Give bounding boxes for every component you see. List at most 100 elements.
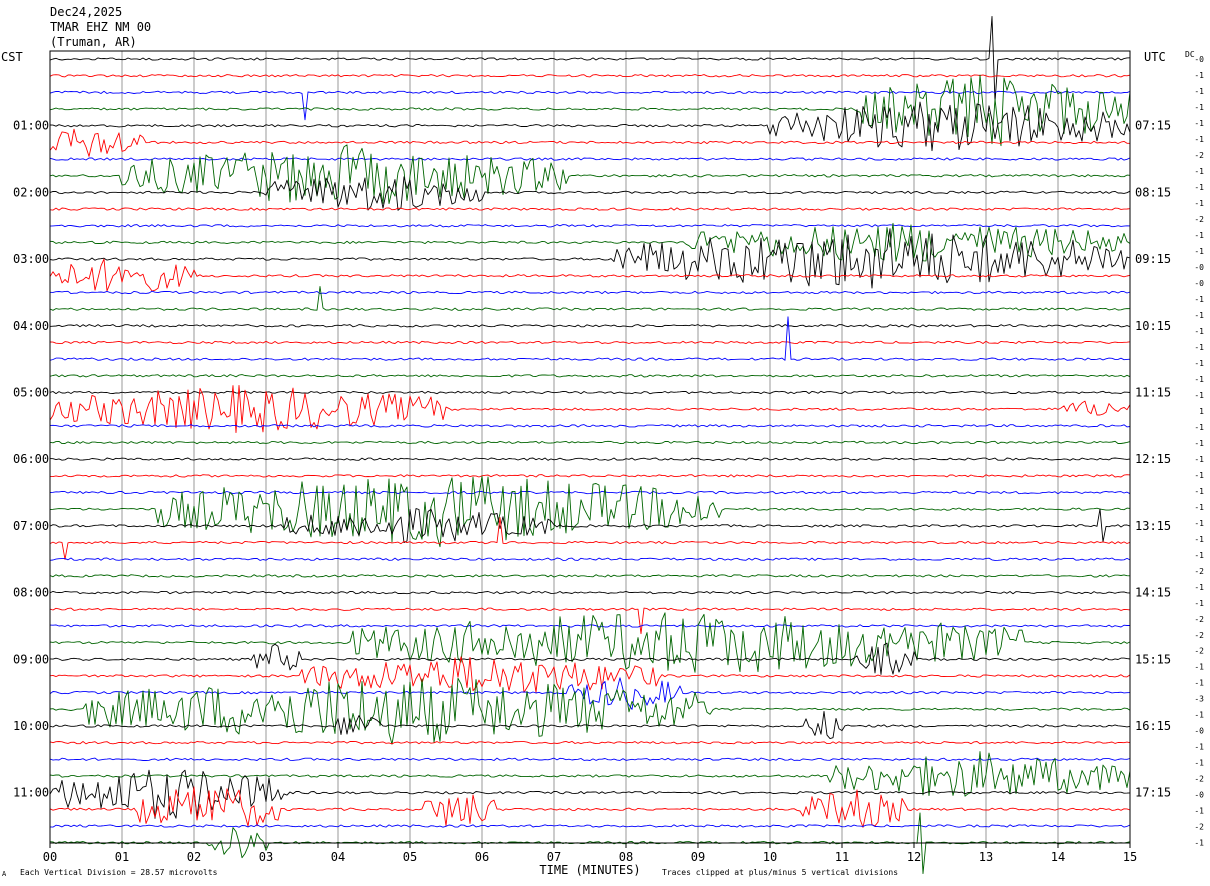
- seismic-trace: [49, 74, 1131, 78]
- seismic-trace: [49, 176, 1131, 211]
- seismic-trace: [49, 517, 1131, 560]
- seismic-trace: [49, 316, 1131, 361]
- dc-offset-value: -1: [1194, 455, 1204, 464]
- seismic-trace: [49, 656, 1131, 693]
- seismic-trace: [49, 90, 1131, 121]
- seismic-trace: [49, 290, 1131, 295]
- left-hour-label: 07:00: [13, 519, 49, 533]
- dc-offset-value: -1: [1194, 231, 1204, 240]
- seismic-trace: [49, 757, 1131, 761]
- dc-offset-value: -3: [1194, 695, 1204, 704]
- dc-offset-value: -1: [1194, 135, 1204, 144]
- x-tick-label: 15: [1123, 850, 1137, 864]
- left-hour-label: 03:00: [13, 252, 49, 266]
- left-hour-label: 08:00: [13, 586, 49, 600]
- right-timezone: UTC: [1144, 50, 1166, 64]
- helicorder-plot: 00 01 02 03 04 05 06 07 08 09 10 11 12 13 14 15 01:00 02…: [1, 5, 1204, 878]
- dc-offset-value: -0: [1194, 791, 1204, 800]
- dc-offset-value: -1: [1194, 199, 1204, 208]
- dc-offset-value: -1: [1194, 391, 1204, 400]
- left-hour-label: 04:00: [13, 319, 49, 333]
- dc-offset-value: -1: [1194, 471, 1204, 480]
- x-tick-label: 07: [547, 850, 561, 864]
- dc-offset-value: -2: [1194, 215, 1204, 224]
- x-tick-label: 05: [403, 850, 417, 864]
- dc-offset-value: -2: [1194, 567, 1204, 576]
- x-tick-label: 06: [475, 850, 489, 864]
- seismic-trace: [49, 751, 1131, 797]
- x-tick-label: 08: [619, 850, 633, 864]
- dc-offset-value: -1: [1194, 711, 1204, 720]
- seismic-trace: [49, 222, 1131, 262]
- clip-note: Traces clipped at plus/minus 5 vertical …: [662, 868, 898, 877]
- dc-offset-value: -1: [1194, 423, 1204, 432]
- right-hour-label: 16:15: [1135, 719, 1171, 733]
- x-axis-label: TIME (MINUTES): [539, 863, 640, 877]
- dc-offset-value: -1: [1194, 759, 1204, 768]
- header-location: (Truman, AR): [50, 35, 137, 49]
- plot-frame: [49, 50, 1131, 844]
- x-ticks: 00 01 02 03 04 05 06 07 08 09 10 11 12 13 14 15: [43, 843, 1137, 864]
- right-hour-label: 14:15: [1135, 586, 1171, 600]
- left-hour-label: 09:00: [13, 652, 49, 666]
- seismic-trace: [49, 607, 1131, 635]
- dc-offset-value: -1: [1194, 743, 1204, 752]
- header-date: Dec24,2025: [50, 5, 122, 19]
- header-station: TMAR EHZ NM 00: [50, 20, 151, 34]
- right-hour-label: 15:15: [1135, 652, 1171, 666]
- x-tick-label: 01: [115, 850, 129, 864]
- dc-offset-value: -1: [1194, 183, 1204, 192]
- right-hour-label: 08:15: [1135, 185, 1171, 199]
- seismic-trace: [49, 824, 1131, 828]
- dc-offset-value: -1: [1194, 503, 1204, 512]
- left-hour-labels: 01:00 02:00 03:00 04:00 05:00 06:00 07:00 08:00…: [13, 119, 49, 800]
- seismic-trace: [49, 475, 1131, 548]
- seismic-trace: [49, 207, 1131, 211]
- dc-offset-value: -1: [1194, 71, 1204, 80]
- seismic-trace: [49, 624, 1130, 628]
- seismic-trace: [49, 740, 1131, 745]
- dc-offset-value: -1: [1194, 119, 1204, 128]
- right-hour-label: 10:15: [1135, 319, 1171, 333]
- seismic-trace: [49, 390, 1131, 395]
- left-hour-label: 05:00: [13, 385, 49, 399]
- dc-offset-value: -1: [1194, 535, 1204, 544]
- x-tick-label: 00: [43, 850, 57, 864]
- seismic-trace: [49, 286, 1131, 311]
- right-hour-label: 12:15: [1135, 452, 1171, 466]
- dc-offset-value: -2: [1194, 647, 1204, 656]
- x-tick-label: 12: [907, 850, 921, 864]
- left-hour-label: 02:00: [13, 185, 49, 199]
- dc-offset-value: -1: [1194, 599, 1204, 608]
- seismic-trace: [49, 574, 1131, 578]
- dc-offset-value: -1: [1194, 519, 1204, 528]
- dc-offset-value: -1: [1194, 375, 1204, 384]
- x-tick-label: 09: [691, 850, 705, 864]
- dc-offset-value: -1: [1194, 343, 1204, 352]
- left-hour-label: 10:00: [13, 719, 49, 733]
- dc-offset-value: -1: [1194, 327, 1204, 336]
- dc-offset-value: -1: [1194, 807, 1204, 816]
- dc-offset-value: -1: [1194, 487, 1204, 496]
- dc-offset-value: -1: [1194, 663, 1204, 672]
- corner-mark: A: [2, 870, 7, 878]
- seismic-trace: [49, 642, 1131, 675]
- x-tick-label: 04: [331, 850, 345, 864]
- seismic-trace: [49, 612, 1131, 673]
- right-hour-label: 11:15: [1135, 385, 1171, 399]
- dc-header: DC: [1185, 50, 1195, 59]
- dc-offset-value: -2: [1194, 151, 1204, 160]
- seismic-trace: [49, 677, 1131, 745]
- seismic-trace: [49, 15, 1131, 103]
- seismic-trace: [49, 324, 1131, 328]
- dc-offset-value: -1: [1194, 839, 1204, 848]
- left-hour-label: 06:00: [13, 452, 49, 466]
- x-tick-label: 02: [187, 850, 201, 864]
- dc-offset-value: -1: [1194, 583, 1204, 592]
- seismic-trace: [49, 74, 1131, 147]
- dc-offset-value: -1: [1194, 359, 1204, 368]
- dc-offset-value: -1: [1194, 167, 1204, 176]
- dc-offset-value: 1: [1199, 407, 1204, 416]
- seismic-trace: [49, 557, 1131, 561]
- seismic-trace: [49, 340, 1131, 345]
